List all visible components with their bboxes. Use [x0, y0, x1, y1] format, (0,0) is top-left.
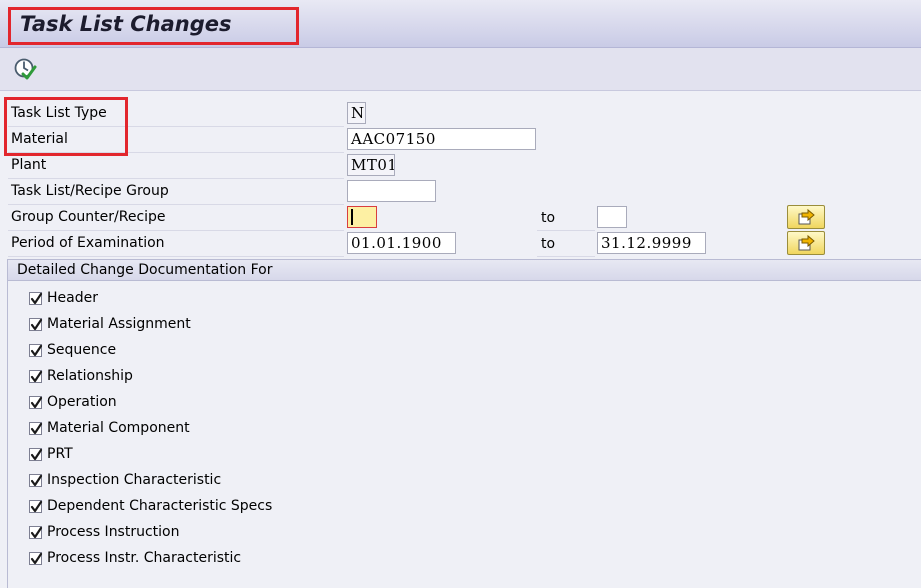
checkbox[interactable] [29, 474, 43, 487]
divider [537, 256, 595, 257]
task-list-type-row: Task List Type N [0, 101, 921, 127]
counter-multiple-selection-button[interactable] [787, 205, 825, 229]
period-to-field[interactable]: 31.12.9999 [597, 232, 706, 254]
checkbox-label: Inspection Characteristic [47, 472, 222, 488]
section-header: Detailed Change Documentation For [8, 260, 921, 281]
title-highlight-box [8, 7, 299, 45]
group-label: Task List/Recipe Group [11, 183, 169, 199]
execute-icon[interactable] [13, 57, 37, 81]
period-from-field[interactable]: 01.01.1900 [347, 232, 456, 254]
counter-to-label: to [541, 210, 556, 226]
checkbox-label: Process Instr. Characteristic [47, 550, 242, 566]
checkbox[interactable] [29, 344, 43, 357]
checkbox-label: PRT [47, 446, 73, 462]
checkbox-label: Sequence [47, 342, 117, 358]
label-highlight-box [4, 97, 128, 156]
checkbox-label: Header [47, 290, 98, 306]
counter-row: Group Counter/Recipe to [0, 205, 921, 231]
material-row: Material AAC07150 [0, 127, 921, 153]
period-label: Period of Examination [11, 235, 165, 251]
counter-from-field[interactable] [347, 206, 377, 228]
section-title: Detailed Change Documentation For [17, 262, 273, 278]
checkbox-label: Material Assignment [47, 316, 191, 332]
plant-field: MT01 [347, 154, 395, 176]
period-row: Period of Examination 01.01.1900 to 31.1… [0, 231, 921, 257]
plant-label: Plant [11, 157, 47, 173]
checkbox[interactable] [29, 526, 43, 539]
period-multiple-selection-button[interactable] [787, 231, 825, 255]
text-cursor [351, 209, 353, 225]
change-documentation-section: Detailed Change Documentation For Header… [7, 259, 921, 588]
checkbox-label: Relationship [47, 368, 133, 384]
counter-label: Group Counter/Recipe [11, 209, 166, 225]
checkbox[interactable] [29, 318, 43, 331]
application-toolbar [0, 48, 921, 91]
checkbox[interactable] [29, 422, 43, 435]
checkbox[interactable] [29, 370, 43, 383]
counter-to-field[interactable] [597, 206, 627, 228]
multiple-selection-icon [798, 208, 815, 225]
checkbox[interactable] [29, 552, 43, 565]
task-list-type-field: N [347, 102, 366, 124]
checkbox-label: Operation [47, 394, 117, 410]
multiple-selection-icon [798, 234, 815, 251]
group-row: Task List/Recipe Group [0, 179, 921, 205]
period-to-label: to [541, 236, 556, 252]
checkbox-label: Material Component [47, 420, 190, 436]
checkbox-label: Process Instruction [47, 524, 180, 540]
divider [8, 256, 344, 257]
material-field[interactable]: AAC07150 [347, 128, 536, 150]
checkbox[interactable] [29, 448, 43, 461]
plant-row: Plant MT01 [0, 153, 921, 179]
checkbox[interactable] [29, 500, 43, 513]
checkbox[interactable] [29, 292, 43, 305]
checkbox-label: Dependent Characteristic Specs [47, 498, 273, 514]
checkbox[interactable] [29, 396, 43, 409]
group-field[interactable] [347, 180, 436, 202]
